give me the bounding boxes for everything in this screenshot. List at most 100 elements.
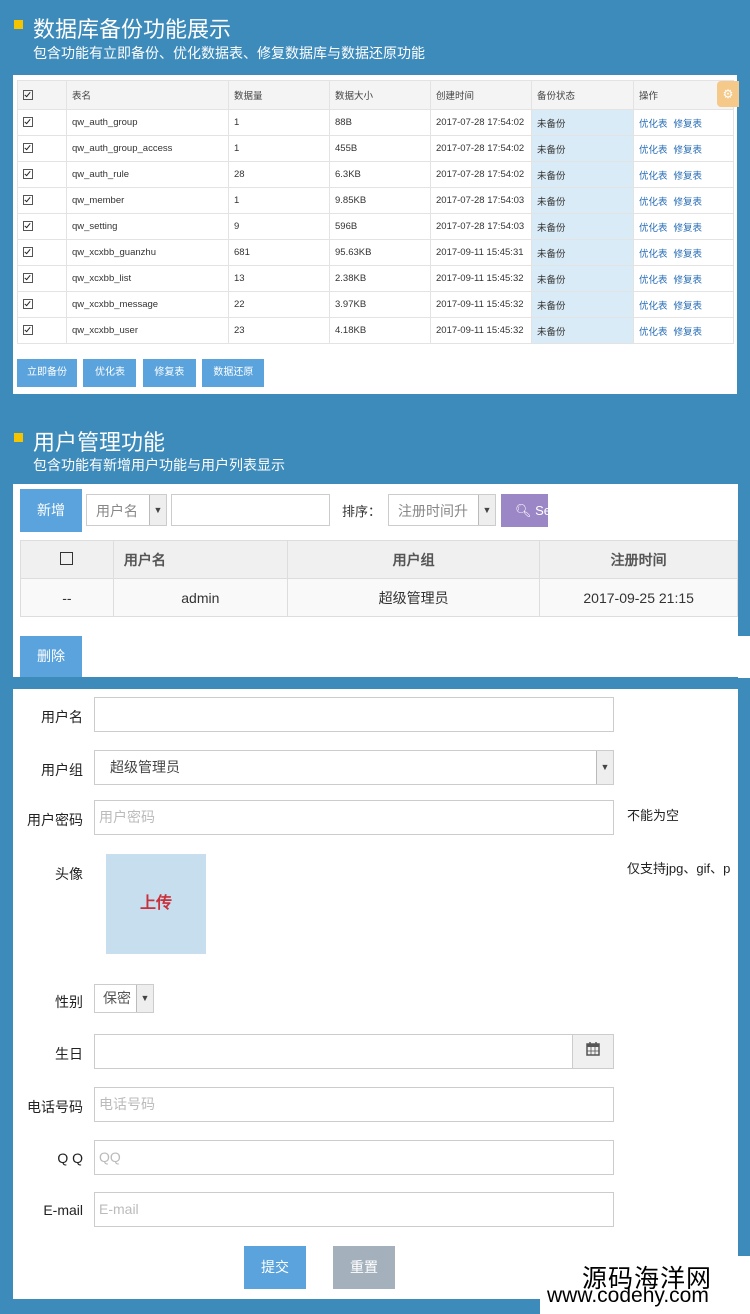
- repair-link[interactable]: 修复表: [674, 223, 703, 234]
- optimize-link[interactable]: 优化表: [639, 275, 668, 286]
- repair-button[interactable]: 修复表: [142, 359, 196, 387]
- table-row[interactable]: qw_xcxbb_list 13 2.38KB 2017-09-11 15:45:32…: [17, 265, 734, 292]
- section-header-users: 用户管理功能 包含功能有新增用户功能与用户列表显示: [0, 420, 750, 480]
- row-checkbox[interactable]: [17, 161, 67, 188]
- user-list-panel: 新增 用户名 ▼ 排序： 注册时间升 ▼ 🔍︎ Se 用户名 用户组 注册时间 …: [13, 484, 738, 677]
- row-created: 2017-09-11 15:45:31: [430, 239, 532, 266]
- col-header-registered: 注册时间: [539, 540, 738, 579]
- table-row[interactable]: qw_auth_group_access 1 455B 2017-07-28 17:5…: [17, 135, 734, 162]
- chevron-down-icon: ▼: [478, 495, 495, 525]
- email-input[interactable]: E-mail: [94, 1192, 614, 1227]
- delete-button[interactable]: 删除: [20, 636, 82, 677]
- col-header-status: 备份状态: [531, 80, 634, 110]
- upload-button[interactable]: 上传: [106, 854, 206, 954]
- repair-link[interactable]: 修复表: [674, 249, 703, 260]
- optimize-link[interactable]: 优化表: [639, 171, 668, 182]
- optimize-button[interactable]: 优化表: [83, 359, 137, 387]
- row-actions: 优化表 修复表: [633, 317, 734, 344]
- gear-icon[interactable]: ⚙: [717, 81, 739, 107]
- checkbox-icon: [23, 117, 33, 128]
- section-subtitle: 包含功能有立即备份、优化数据表、修复数据库与数据还原功能: [33, 45, 425, 61]
- birthday-label: 生日: [55, 1046, 83, 1062]
- select-all-checkbox[interactable]: [17, 80, 67, 110]
- row-checkbox[interactable]: [17, 135, 67, 162]
- search-button[interactable]: 🔍︎ Se: [501, 494, 548, 527]
- table-row[interactable]: qw_xcxbb_guanzhu 681 95.63KB 2017-09-11 15:…: [17, 239, 734, 266]
- table-row[interactable]: qw_member 1 9.85KB 2017-07-28 17:54:03 未备份 优化…: [17, 187, 734, 214]
- optimize-link[interactable]: 优化表: [639, 197, 668, 208]
- bullet-icon: [14, 433, 23, 442]
- repair-link[interactable]: 修复表: [674, 119, 703, 130]
- sort-select[interactable]: 注册时间升 ▼: [388, 494, 496, 526]
- row-created: 2017-09-11 15:45:32: [430, 291, 532, 318]
- qq-input[interactable]: QQ: [94, 1140, 614, 1175]
- optimize-link[interactable]: 优化表: [639, 249, 668, 260]
- repair-link[interactable]: 修复表: [674, 301, 703, 312]
- row-name: qw_xcxbb_message: [66, 291, 229, 318]
- row-status: 未备份: [531, 161, 634, 188]
- group-select[interactable]: 超级管理员 ▼: [94, 750, 614, 785]
- row-size: 4.18KB: [329, 317, 431, 344]
- avatar-label: 头像: [55, 866, 83, 882]
- gender-select[interactable]: 保密 ▼: [94, 984, 154, 1013]
- row-name: qw_xcxbb_guanzhu: [66, 239, 229, 266]
- repair-link[interactable]: 修复表: [674, 275, 703, 286]
- row-status: 未备份: [531, 109, 634, 136]
- username-input[interactable]: [94, 697, 614, 732]
- optimize-link[interactable]: 优化表: [639, 327, 668, 338]
- birthday-input[interactable]: [94, 1034, 614, 1069]
- sort-select-value: 注册时间升: [398, 503, 468, 519]
- optimize-link[interactable]: 优化表: [639, 145, 668, 156]
- row-checkbox[interactable]: [17, 291, 67, 318]
- password-input[interactable]: 用户密码: [94, 800, 614, 835]
- chevron-down-icon: ▼: [149, 495, 166, 525]
- row-checkbox[interactable]: [17, 109, 67, 136]
- reset-button[interactable]: 重置: [333, 1246, 395, 1289]
- user-form-panel: 用户名 用户组 超级管理员 ▼ 用户密码 用户密码 不能为空 头像 上传 仅支持…: [13, 689, 738, 1299]
- table-row[interactable]: qw_auth_group 1 88B 2017-07-28 17:54:02 未备份优…: [17, 109, 734, 136]
- repair-link[interactable]: 修复表: [674, 327, 703, 338]
- group-select-value: 超级管理员: [110, 759, 180, 775]
- phone-input[interactable]: 电话号码: [94, 1087, 614, 1122]
- row-checkbox[interactable]: [17, 187, 67, 214]
- row-created: 2017-07-28 17:54:02: [430, 135, 532, 162]
- row-checkbox[interactable]: [17, 239, 67, 266]
- restore-button[interactable]: 数据还原: [202, 359, 265, 387]
- row-name: qw_auth_group: [66, 109, 229, 136]
- row-registered: 2017-09-25 21:15: [539, 578, 738, 617]
- row-checkbox[interactable]: [17, 213, 67, 240]
- submit-button[interactable]: 提交: [244, 1246, 306, 1289]
- backup-table: 表名 数据量 数据大小 创建时间 备份状态 操作 qw_auth_group 1 8…: [17, 80, 734, 344]
- table-row[interactable]: qw_setting 9 596B 2017-07-28 17:54:03 未备份 优化表…: [17, 213, 734, 240]
- row-checkbox[interactable]: [17, 317, 67, 344]
- repair-link[interactable]: 修复表: [674, 145, 703, 156]
- field-select[interactable]: 用户名 ▼: [86, 494, 167, 526]
- row-count: 23: [228, 317, 330, 344]
- table-row[interactable]: qw_xcxbb_user 23 4.18KB 2017-09-11 15:45:32…: [17, 317, 734, 344]
- optimize-link[interactable]: 优化表: [639, 223, 668, 234]
- backup-button-row: 立即备份 优化表 修复表 数据还原: [17, 359, 266, 387]
- optimize-link[interactable]: 优化表: [639, 119, 668, 130]
- user-table: 用户名 用户组 注册时间 -- admin 超级管理员 2017-09-25 2…: [20, 540, 738, 617]
- select-all-checkbox[interactable]: [20, 540, 114, 579]
- phone-placeholder: 电话号码: [99, 1096, 155, 1112]
- panel-edge: [738, 636, 750, 678]
- optimize-link[interactable]: 优化表: [639, 301, 668, 312]
- backup-now-button[interactable]: 立即备份: [17, 359, 77, 387]
- table-row[interactable]: qw_auth_rule 28 6.3KB 2017-07-28 17:54:02 未备…: [17, 161, 734, 188]
- row-size: 596B: [329, 213, 431, 240]
- table-header-row: 表名 数据量 数据大小 创建时间 备份状态 操作: [17, 80, 734, 110]
- table-row[interactable]: -- admin 超级管理员 2017-09-25 21:15: [20, 578, 738, 617]
- repair-link[interactable]: 修复表: [674, 171, 703, 182]
- row-checkbox[interactable]: [17, 265, 67, 292]
- add-user-button[interactable]: 新增: [20, 489, 82, 532]
- sort-label: 排序：: [342, 504, 382, 519]
- search-input[interactable]: [171, 494, 330, 526]
- field-select-value: 用户名: [96, 503, 138, 519]
- table-row[interactable]: qw_xcxbb_message 22 3.97KB 2017-09-11 15:45…: [17, 291, 734, 318]
- row-actions: 优化表 修复表: [633, 187, 734, 214]
- row-name: qw_xcxbb_list: [66, 265, 229, 292]
- calendar-icon[interactable]: [572, 1035, 613, 1068]
- repair-link[interactable]: 修复表: [674, 197, 703, 208]
- checkbox-icon: [23, 195, 33, 206]
